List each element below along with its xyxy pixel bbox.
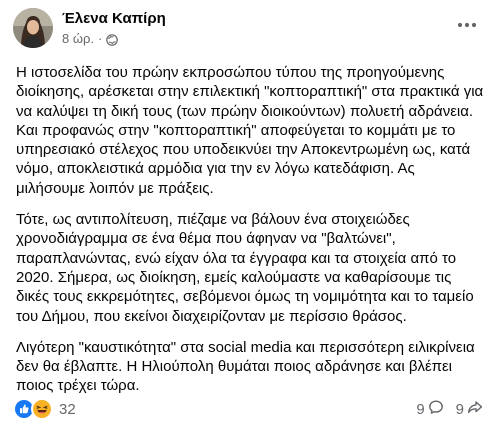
globe-icon[interactable] [106, 33, 119, 46]
facebook-post: Έλενα Καπίρη 8 ώρ. · Η ιστοσελίδα του πρ… [0, 0, 493, 425]
engagement-stats: 9 9 [404, 399, 483, 419]
comments-count: 9 [416, 400, 425, 418]
shares-count-button[interactable]: 9 [456, 399, 483, 419]
comments-count-button[interactable]: 9 [416, 399, 443, 419]
reaction-count: 32 [59, 400, 76, 418]
reactions-summary[interactable]: 32 [13, 398, 76, 420]
haha-reaction-icon [31, 398, 53, 420]
avatar-photo [13, 8, 53, 48]
post-paragraph-3: Λιγότερη "καυστικότητα" στα social media… [16, 338, 475, 395]
more-horizontal-icon [457, 15, 477, 33]
post-time[interactable]: 8 ώρ. [62, 30, 94, 47]
author-name[interactable]: Έλενα Καπίρη [62, 9, 166, 28]
separator-dot: · [98, 31, 103, 46]
more-options-button[interactable] [455, 12, 479, 36]
comment-icon [425, 399, 444, 419]
post-subline: 8 ώρ. · [62, 30, 166, 47]
post-paragraph-2: Τότε, ως αντιπολίτευση, πιέζαμε να βάλου… [16, 211, 474, 325]
share-icon [464, 399, 483, 419]
post-paragraph-1: Η ιστοσελίδα του πρώην εκπροσώπου τύπου … [16, 64, 484, 197]
post-header: Έλενα Καπίρη 8 ώρ. · [13, 8, 166, 48]
post-text: Η ιστοσελίδα του πρώην εκπροσώπου τύπου … [16, 63, 486, 408]
shares-count: 9 [455, 400, 464, 418]
post-footer: 32 9 9 [13, 398, 483, 420]
author-avatar[interactable] [13, 8, 53, 48]
post-meta: Έλενα Καπίρη 8 ώρ. · [62, 8, 166, 47]
